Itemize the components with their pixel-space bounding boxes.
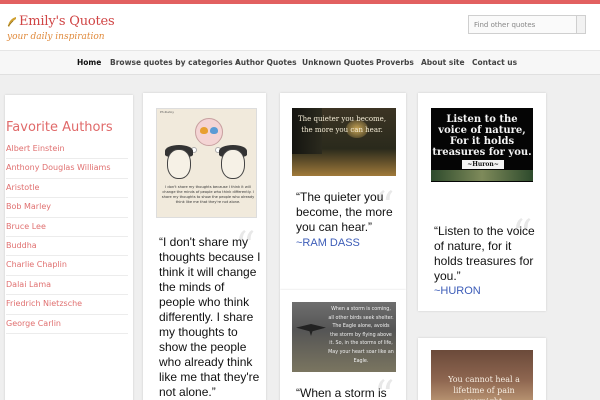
quote-text: “Listen to the voice of nature, for it h… xyxy=(434,224,535,283)
image-small-text: Ph.Rudoy xyxy=(160,110,175,114)
search-button[interactable] xyxy=(577,15,586,34)
quill-icon xyxy=(7,17,16,27)
image-text: Listen to the voice of nature, For it ho… xyxy=(432,114,532,158)
author-link[interactable]: Bruce Lee xyxy=(6,218,128,237)
quote-card[interactable]: The quieter you become, the more you can… xyxy=(280,93,406,290)
author-link[interactable]: Anthony Douglas Williams xyxy=(6,159,128,179)
image-author: ~Huron~ xyxy=(462,160,504,169)
nav-contact-us[interactable]: Contact us xyxy=(472,58,517,67)
quote-image[interactable]: You cannot heal a lifetime of pain overn… xyxy=(431,350,533,400)
quote-image[interactable]: The quieter you become, the more you can… xyxy=(292,108,396,176)
quote-card[interactable]: Listen to the voice of nature, For it ho… xyxy=(418,93,546,311)
nav-browse-categories[interactable]: Browse quotes by categories » xyxy=(110,58,240,67)
image-text: When a storm is coming, all other birds … xyxy=(328,307,394,364)
quote-author-link[interactable]: ~HURON xyxy=(434,285,481,297)
site-header: Emily's Quotes your daily inspiration xyxy=(0,4,600,50)
author-link[interactable]: Buddha xyxy=(6,237,128,257)
site-tagline: your daily inspiration xyxy=(7,32,105,42)
nav-author-quotes[interactable]: Author Quotes xyxy=(235,58,297,67)
quote-card[interactable]: Ph.Rudoy I don't share my thoughts becau… xyxy=(143,93,266,400)
quote-text: “When a storm is xyxy=(296,386,387,400)
bird-icon xyxy=(210,127,218,134)
quote-card[interactable]: You cannot heal a lifetime of pain overn… xyxy=(418,338,546,400)
quote-image[interactable]: When a storm is coming, all other birds … xyxy=(292,302,396,372)
nav-home[interactable]: Home xyxy=(77,58,101,67)
image-text: The quieter you become, the more you can… xyxy=(297,115,387,134)
bird-icon xyxy=(200,127,208,134)
favorite-authors-title: Favorite Authors xyxy=(6,120,113,135)
nav-about-site[interactable]: About site xyxy=(421,58,465,67)
site-title: Emily's Quotes xyxy=(19,14,115,29)
author-link[interactable]: Friedrich Nietzsche xyxy=(6,295,128,315)
author-link[interactable]: Albert Einstein xyxy=(6,140,128,160)
author-link[interactable]: Aristotle xyxy=(6,179,128,199)
person-head xyxy=(167,149,191,179)
author-link[interactable]: Bob Marley xyxy=(6,198,128,218)
person-head xyxy=(221,149,245,179)
nav-proverbs[interactable]: Proverbs xyxy=(376,58,414,67)
quote-image[interactable]: Ph.Rudoy I don't share my thoughts becau… xyxy=(156,108,257,218)
quote-text: “I don't share my thoughts because I thi… xyxy=(159,235,261,399)
author-link[interactable]: George Carlin xyxy=(6,315,128,334)
favorite-authors-list: Albert Einstein Anthony Douglas Williams… xyxy=(6,140,128,334)
image-text: You cannot heal a lifetime of pain overn… xyxy=(448,375,520,400)
forest-path xyxy=(431,170,533,181)
quote-image[interactable]: Listen to the voice of nature, For it ho… xyxy=(431,108,533,182)
quote-text: “The quieter you become, the more you ca… xyxy=(296,190,393,234)
eagle-silhouette xyxy=(296,324,326,336)
nav-unknown-quotes[interactable]: Unknown Quotes xyxy=(302,58,374,67)
quote-card[interactable]: When a storm is coming, all other birds … xyxy=(280,290,406,400)
author-link[interactable]: Charlie Chaplin xyxy=(6,256,128,276)
author-link[interactable]: Dalai Lama xyxy=(6,276,128,296)
search-input[interactable] xyxy=(468,15,577,34)
main-nav: Home Browse quotes by categories » Autho… xyxy=(0,50,600,75)
image-caption: I don't share my thoughts because I thin… xyxy=(161,185,255,204)
quote-author-link[interactable]: ~RAM DASS xyxy=(296,237,360,249)
